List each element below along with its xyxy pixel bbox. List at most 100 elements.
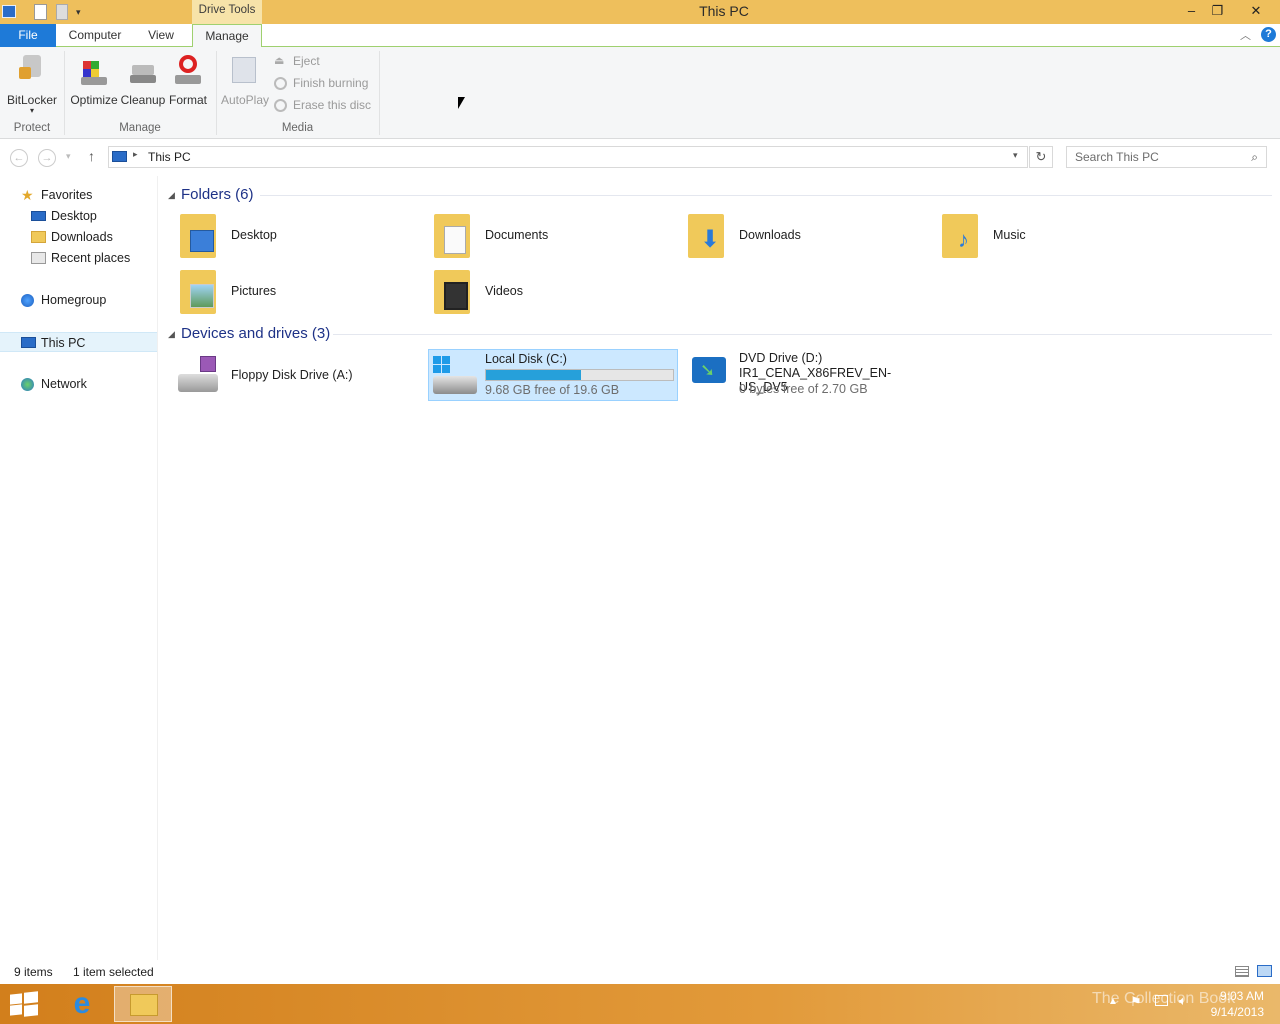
search-icon[interactable]: ⌕ xyxy=(1251,147,1258,167)
address-dropdown-icon[interactable]: ▾ xyxy=(1013,150,1018,161)
drives-section-header[interactable]: ◢ Devices and drives (3) xyxy=(168,324,1272,344)
nav-network-label: Network xyxy=(41,377,87,391)
erase-disc-button[interactable]: Erase this disc xyxy=(274,95,371,115)
breadcrumb-chevron-icon[interactable]: ▸ xyxy=(133,149,138,160)
search-placeholder: Search This PC xyxy=(1075,150,1159,164)
clock-date[interactable]: 9/14/2013 xyxy=(1200,1005,1264,1019)
window-title: This PC xyxy=(699,3,749,19)
nav-recent-places[interactable]: Recent places xyxy=(0,248,157,268)
clock-time[interactable]: 9:03 AM xyxy=(1200,989,1264,1003)
file-explorer-icon xyxy=(130,994,158,1016)
finish-burning-button[interactable]: Finish burning xyxy=(274,73,368,93)
nav-favorites-label: Favorites xyxy=(41,188,93,202)
forward-button[interactable]: → xyxy=(38,149,56,167)
collapse-icon[interactable]: ◢ xyxy=(168,324,175,344)
drive-floppy[interactable]: Floppy Disk Drive (A:) xyxy=(168,348,418,402)
documents-folder-icon xyxy=(434,214,470,258)
back-button[interactable]: ← xyxy=(10,149,28,167)
internet-explorer-icon[interactable]: e xyxy=(66,988,98,1020)
autoplay-button[interactable]: AutoPlay xyxy=(220,53,270,107)
drive-usage-fill xyxy=(486,370,581,380)
restore-button[interactable]: ❐ xyxy=(1204,0,1231,22)
file-explorer-taskbar-button[interactable] xyxy=(114,986,172,1022)
tab-computer[interactable]: Computer xyxy=(60,24,130,47)
bitlocker-button[interactable]: BitLocker ▾ xyxy=(4,53,60,115)
large-icons-view-icon[interactable] xyxy=(1257,965,1272,977)
star-icon: ★ xyxy=(21,187,34,203)
local-disk-icon xyxy=(431,356,477,396)
downloads-icon xyxy=(31,231,46,243)
drive-local-c[interactable]: Local Disk (C:) 9.68 GB free of 19.6 GB xyxy=(428,349,678,401)
folders-section-header[interactable]: ◢ Folders (6) xyxy=(168,185,1272,205)
close-button[interactable]: ✕ xyxy=(1240,0,1272,22)
autoplay-label: AutoPlay xyxy=(220,93,270,107)
tab-view[interactable]: View xyxy=(134,24,188,47)
cleanup-button[interactable]: Cleanup xyxy=(120,53,166,107)
folder-downloads[interactable]: ⬇ Downloads xyxy=(676,208,926,262)
folder-label: Music xyxy=(993,228,1026,242)
folder-label: Documents xyxy=(485,228,549,242)
refresh-button[interactable]: ↻ xyxy=(1029,146,1053,168)
taskbar: e The Collection Book ▲ ⚑ 🔈︎ 9:03 AM 9/1… xyxy=(0,984,1280,1024)
format-button[interactable]: Format xyxy=(166,53,210,107)
minimize-button[interactable]: – xyxy=(1178,0,1205,22)
breadcrumb-this-pc[interactable]: This PC xyxy=(148,150,191,164)
group-manage-label: Manage xyxy=(119,122,161,134)
up-button[interactable]: ↑ xyxy=(88,148,95,164)
optimize-icon xyxy=(77,53,111,87)
tab-file[interactable]: File xyxy=(0,24,56,47)
volume-icon[interactable]: 🔈︎ xyxy=(1179,993,1187,1009)
collapse-icon[interactable]: ◢ xyxy=(168,185,175,205)
nav-downloads[interactable]: Downloads xyxy=(0,227,157,247)
nav-network[interactable]: Network xyxy=(0,374,157,394)
drive-free-space: 9.68 GB free of 19.6 GB xyxy=(485,383,620,397)
details-view-icon[interactable] xyxy=(1235,966,1249,977)
folder-music[interactable]: ♪ Music xyxy=(930,208,1180,262)
folder-pictures[interactable]: Pictures xyxy=(168,264,418,318)
folder-videos[interactable]: Videos xyxy=(422,264,672,318)
recent-locations-icon[interactable]: ▾ xyxy=(66,151,71,162)
folder-label: Desktop xyxy=(231,228,277,242)
navigation-pane: ★ Favorites Desktop Downloads Recent pla… xyxy=(0,176,158,960)
mouse-cursor xyxy=(458,97,465,109)
section-divider xyxy=(260,195,1272,196)
autoplay-icon xyxy=(228,53,262,87)
nav-recent-label: Recent places xyxy=(51,251,131,265)
desktop-icon xyxy=(31,211,46,221)
computer-icon xyxy=(112,151,127,162)
start-button[interactable] xyxy=(10,991,38,1017)
folder-documents[interactable]: Documents xyxy=(422,208,672,262)
bitlocker-label: BitLocker xyxy=(6,93,58,107)
optimize-button[interactable]: Optimize xyxy=(68,53,120,107)
homegroup-icon xyxy=(21,294,34,307)
nav-downloads-label: Downloads xyxy=(51,230,113,244)
eject-label: Eject xyxy=(293,54,320,68)
nav-homegroup[interactable]: Homegroup xyxy=(0,290,157,310)
floppy-drive-icon xyxy=(178,356,218,396)
nav-this-pc[interactable]: This PC xyxy=(0,332,157,352)
network-tray-icon[interactable] xyxy=(1155,995,1168,1006)
flag-icon[interactable]: ⚑ xyxy=(1130,994,1142,1010)
address-bar[interactable]: ▸ This PC ▾ xyxy=(108,146,1028,168)
bitlocker-icon xyxy=(15,53,49,87)
folder-desktop[interactable]: Desktop xyxy=(168,208,418,262)
title-bar: ▾ Drive Tools This PC – ❐ ✕ xyxy=(0,0,1280,24)
drive-free-space: 0 bytes free of 2.70 GB xyxy=(739,382,868,396)
minimize-ribbon-icon[interactable]: ︿ xyxy=(1240,27,1251,43)
nav-desktop[interactable]: Desktop xyxy=(0,206,157,226)
status-selection: 1 item selected xyxy=(73,965,154,979)
nav-favorites[interactable]: ★ Favorites xyxy=(0,185,157,205)
show-hidden-icons[interactable]: ▲ xyxy=(1108,996,1118,1007)
folder-label: Pictures xyxy=(231,284,277,298)
tab-manage[interactable]: Manage xyxy=(192,24,262,48)
eject-button[interactable]: ⏏ Eject xyxy=(274,51,320,71)
desktop-folder-icon xyxy=(180,214,216,258)
search-input[interactable]: Search This PC ⌕ xyxy=(1066,146,1267,168)
help-icon[interactable]: ? xyxy=(1261,27,1276,42)
videos-folder-icon xyxy=(434,270,470,314)
drive-dvd-d[interactable]: ➘ DVD Drive (D:) IR1_CENA_X86FREV_EN-US_… xyxy=(682,349,932,401)
drive-label: Local Disk (C:) xyxy=(485,352,567,366)
folder-label: Downloads xyxy=(739,228,801,242)
nav-this-pc-label: This PC xyxy=(41,336,86,350)
drive-label: Floppy Disk Drive (A:) xyxy=(231,368,353,382)
